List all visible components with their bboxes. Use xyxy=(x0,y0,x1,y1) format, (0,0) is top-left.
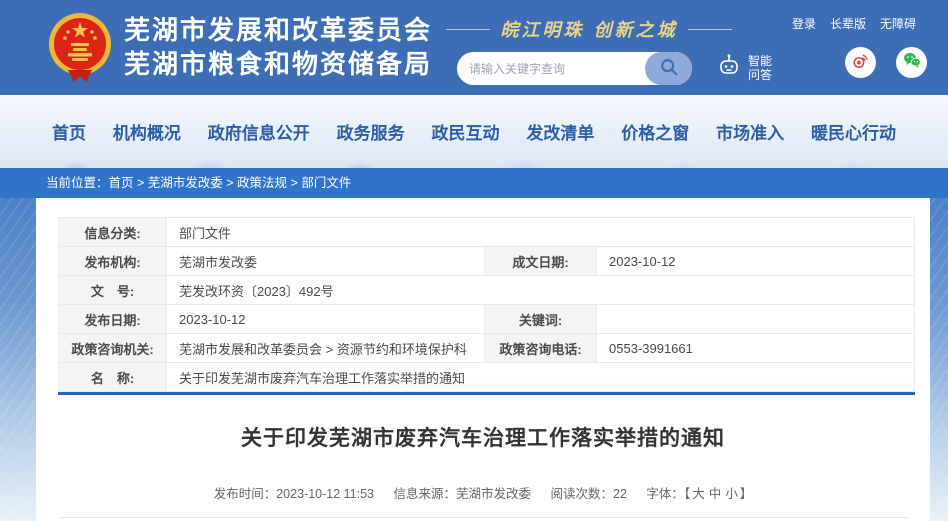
nav-watercolor-decoration xyxy=(0,152,948,168)
nav-item-interaction[interactable]: 政民互动 xyxy=(432,119,500,144)
written-date-value: 2023-10-12 xyxy=(597,247,915,276)
info-category-value: 部门文件 xyxy=(167,218,915,247)
info-category-label: 信息分类: xyxy=(59,218,167,247)
search-input[interactable] xyxy=(457,52,645,85)
consult-phone-label: 政策咨询电话: xyxy=(485,334,597,363)
table-row: 信息分类: 部门文件 xyxy=(59,218,915,247)
search-button[interactable] xyxy=(645,52,692,85)
document-panel: 信息分类: 部门文件 发布机构: 芜湖市发改委 成文日期: 2023-10-12… xyxy=(36,198,930,521)
keywords-label: 关键词: xyxy=(485,305,597,334)
doc-name-label: 名 称: xyxy=(59,363,167,392)
consult-phone-value: 0553-3991661 xyxy=(597,334,915,363)
article-separator xyxy=(58,517,908,518)
nav-item-gov-info[interactable]: 政府信息公开 xyxy=(208,119,310,144)
font-bracket-open: 【 xyxy=(684,487,690,501)
views-label: 阅读次数： xyxy=(551,487,614,501)
article-title: 关于印发芜湖市废弃汽车治理工作落实举措的通知 xyxy=(36,422,930,452)
document-info-table: 信息分类: 部门文件 发布机构: 芜湖市发改委 成文日期: 2023-10-12… xyxy=(58,217,915,392)
breadcrumb-dept[interactable]: 芜湖市发改委 xyxy=(148,176,223,190)
doc-number-value: 芜发改环资〔2023〕492号 xyxy=(167,276,915,305)
font-size-medium[interactable]: 中 xyxy=(709,487,722,501)
weibo-share-button[interactable] xyxy=(845,47,876,78)
publish-time-value: 2023-10-12 11:53 xyxy=(276,487,374,501)
publish-time-label: 发布时间： xyxy=(214,487,277,501)
publisher-label: 发布机构: xyxy=(59,247,167,276)
consult-org-value: 芜湖市发展和改革委员会 > 资源节约和环境保护科 xyxy=(167,334,485,363)
doc-number-label: 文 号: xyxy=(59,276,167,305)
site-title-line1: 芜湖市发展和改革委员会 xyxy=(124,13,432,47)
nav-item-ndrc-list[interactable]: 发改清单 xyxy=(526,119,594,144)
breadcrumb: 当前位置：首页 > 芜湖市发改委 > 政策法规 > 部门文件 xyxy=(0,168,948,198)
search-icon xyxy=(659,57,679,80)
wechat-icon xyxy=(902,50,922,75)
page: 芜湖市发展和改革委员会 芜湖市粮食和物资储备局 皖江明珠 创新之城 xyxy=(0,0,948,521)
source-value: 芜湖市发改委 xyxy=(456,487,531,501)
accessibility-link[interactable]: 无障碍 xyxy=(880,15,916,32)
site-title-line2: 芜湖市粮食和物资储备局 xyxy=(124,47,432,81)
font-bracket-close: 】 xyxy=(740,487,753,501)
table-row: 发布机构: 芜湖市发改委 成文日期: 2023-10-12 xyxy=(59,247,915,276)
nav-item-market-access[interactable]: 市场准入 xyxy=(716,119,784,144)
doc-name-value: 关于印发芜湖市废弃汽车治理工作落实举措的通知 xyxy=(167,363,915,392)
article-meta: 发布时间：2023-10-12 11:53 信息来源：芜湖市发改委 阅读次数：2… xyxy=(36,483,930,502)
nav-item-gov-services[interactable]: 政务服务 xyxy=(337,119,405,144)
smart-qa-entry[interactable]: 智能 问答 xyxy=(716,52,772,83)
nav-item-price-window[interactable]: 价格之窗 xyxy=(621,119,689,144)
source-label: 信息来源： xyxy=(394,487,457,501)
site-title: 芜湖市发展和改革委员会 芜湖市粮食和物资储备局 xyxy=(124,13,432,81)
elder-version-link[interactable]: 长辈版 xyxy=(830,15,866,32)
weibo-icon xyxy=(851,51,870,75)
national-emblem-logo xyxy=(44,10,116,84)
breadcrumb-policy[interactable]: 政策法规 xyxy=(237,176,287,190)
publish-date-label: 发布日期: xyxy=(59,305,167,334)
content-background: 信息分类: 部门文件 发布机构: 芜湖市发改委 成文日期: 2023-10-12… xyxy=(0,198,948,521)
breadcrumb-current[interactable]: 部门文件 xyxy=(301,176,351,190)
nav-item-warm-action[interactable]: 暖民心行动 xyxy=(811,119,896,144)
login-link[interactable]: 登录 xyxy=(792,15,816,32)
motto-left-line xyxy=(446,29,490,30)
breadcrumb-home[interactable]: 首页 xyxy=(109,176,134,190)
blue-divider xyxy=(58,392,915,395)
keywords-value xyxy=(597,305,915,334)
smart-qa-label: 智能 问答 xyxy=(748,54,772,82)
site-search xyxy=(457,52,692,85)
wechat-share-button[interactable] xyxy=(896,47,927,78)
robot-icon xyxy=(716,52,742,83)
motto-text: 皖江明珠 创新之城 xyxy=(500,16,677,42)
font-size-large[interactable]: 大 xyxy=(692,487,705,501)
breadcrumb-separator: > xyxy=(134,176,148,190)
publish-date-value: 2023-10-12 xyxy=(167,305,485,334)
breadcrumb-prefix: 当前位置： xyxy=(46,176,109,190)
font-size-small[interactable]: 小 xyxy=(725,487,738,501)
table-row: 政策咨询机关: 芜湖市发展和改革委员会 > 资源节约和环境保护科 政策咨询电话:… xyxy=(59,334,915,363)
table-row: 文 号: 芜发改环资〔2023〕492号 xyxy=(59,276,915,305)
table-row: 名 称: 关于印发芜湖市废弃汽车治理工作落实举措的通知 xyxy=(59,363,915,392)
nav-item-home[interactable]: 首页 xyxy=(52,119,86,144)
utility-links: 登录 长辈版 无障碍 xyxy=(792,15,916,32)
table-row: 发布日期: 2023-10-12 关键词: xyxy=(59,305,915,334)
site-header: 芜湖市发展和改革委员会 芜湖市粮食和物资储备局 皖江明珠 创新之城 xyxy=(0,0,948,95)
motto-right-line xyxy=(688,29,732,30)
consult-org-label: 政策咨询机关: xyxy=(59,334,167,363)
breadcrumb-separator: > xyxy=(287,176,301,190)
views-value: 22 xyxy=(613,487,627,501)
nav-item-org-overview[interactable]: 机构概况 xyxy=(113,119,181,144)
breadcrumb-separator: > xyxy=(223,176,237,190)
written-date-label: 成文日期: xyxy=(485,247,597,276)
city-motto: 皖江明珠 创新之城 xyxy=(448,16,730,42)
main-nav: 首页 机构概况 政府信息公开 政务服务 政民互动 发改清单 价格之窗 市场准入 … xyxy=(0,95,948,168)
publisher-value: 芜湖市发改委 xyxy=(167,247,485,276)
font-size-label: 字体： xyxy=(646,487,684,501)
